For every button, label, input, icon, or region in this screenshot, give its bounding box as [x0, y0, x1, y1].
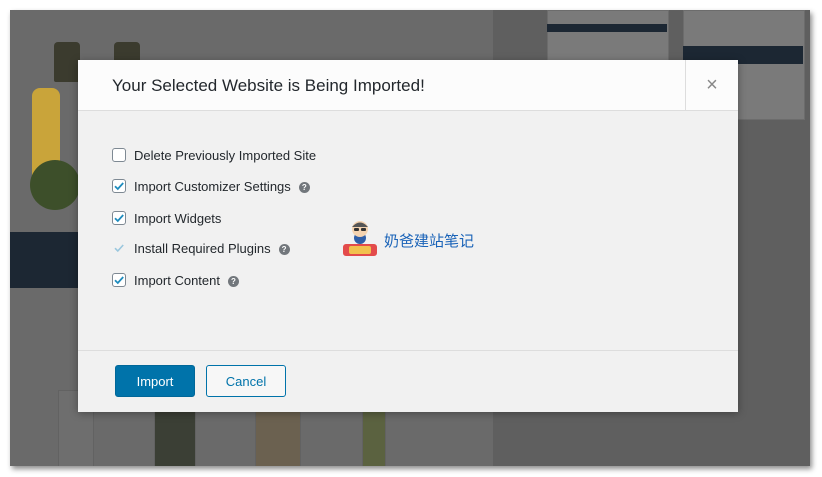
modal-title: Your Selected Website is Being Imported!: [112, 76, 425, 95]
dark-banner: [10, 232, 80, 288]
checkbox-checked[interactable]: [112, 211, 126, 225]
product-package-image: [362, 406, 386, 466]
option-delete-previous[interactable]: Delete Previously Imported Site: [112, 145, 412, 165]
product-bottle-image: [54, 42, 80, 82]
option-label: Import Content: [134, 272, 220, 288]
help-icon[interactable]: ?: [228, 275, 239, 287]
option-label: Import Widgets: [134, 210, 222, 226]
close-button[interactable]: ×: [685, 60, 738, 110]
help-icon[interactable]: ?: [278, 243, 290, 255]
watermark: 奶爸建站笔记: [340, 218, 474, 263]
checkbox-unchecked[interactable]: [112, 148, 126, 162]
watermark-text: 奶爸建站笔记: [384, 232, 475, 250]
help-icon[interactable]: ?: [298, 181, 310, 193]
modal-footer: Import Cancel: [78, 350, 738, 412]
option-import-content[interactable]: Import Content ?: [112, 270, 412, 290]
close-icon: ×: [706, 74, 718, 96]
modal-header: Your Selected Website is Being Imported!…: [78, 60, 738, 111]
thumbnail-header-bar: [547, 24, 667, 32]
option-label: Import Customizer Settings: [134, 178, 291, 194]
leaf-image: [30, 160, 80, 210]
option-import-customizer[interactable]: Import Customizer Settings ?: [112, 176, 412, 196]
checkbox-checked[interactable]: [112, 273, 126, 287]
watermark-avatar-icon: [340, 218, 380, 263]
checkmark-disabled-icon: [112, 241, 126, 255]
option-label: Delete Previously Imported Site: [134, 147, 317, 163]
option-label: Install Required Plugins: [134, 240, 271, 256]
import-button[interactable]: Import: [115, 365, 195, 397]
checkbox-checked[interactable]: [112, 179, 126, 193]
cancel-button[interactable]: Cancel: [206, 365, 286, 397]
